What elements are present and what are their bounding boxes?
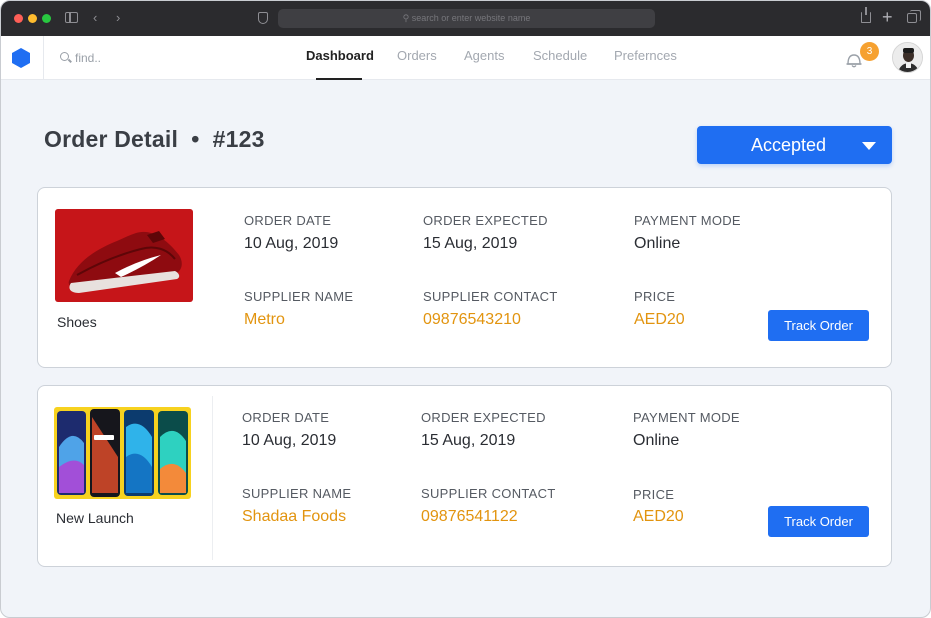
order-expected-value: 15 Aug, 2019	[421, 432, 516, 449]
price-label: PRICE	[633, 487, 675, 502]
order-expected-label: ORDER EXPECTED	[423, 213, 548, 228]
maximize-window-button[interactable]	[42, 14, 51, 23]
sidebar-toggle-icon[interactable]	[65, 12, 78, 23]
new-tab-icon[interactable]: +	[882, 7, 893, 27]
order-status-value: Accepted	[751, 135, 827, 155]
product-image-shoes	[55, 209, 193, 302]
supplier-contact-label: SUPPLIER CONTACT	[423, 289, 558, 304]
nav-active-indicator	[316, 78, 362, 80]
order-date-label: ORDER DATE	[242, 410, 330, 425]
product-name: Shoes	[57, 314, 97, 330]
supplier-name-value: Metro	[244, 311, 285, 328]
share-icon[interactable]	[861, 7, 871, 23]
search-input[interactable]	[75, 48, 225, 68]
order-date-value: 10 Aug, 2019	[242, 432, 337, 449]
nav-orders[interactable]: Orders	[397, 36, 437, 80]
nav-schedule[interactable]: Schedule	[533, 36, 587, 80]
header-divider	[43, 36, 44, 80]
tab-overview-icon[interactable]	[907, 10, 921, 23]
payment-mode-label: PAYMENT MODE	[634, 213, 741, 228]
sneaker-image	[55, 209, 193, 302]
payment-mode-value: Online	[634, 235, 681, 252]
address-bar-placeholder: search or enter website name	[411, 13, 531, 23]
address-bar[interactable]: ⚲ search or enter website name	[278, 9, 655, 28]
order-date-label: ORDER DATE	[244, 213, 332, 228]
browser-window: ‹ › ⚲ search or enter website name + Das…	[0, 0, 931, 618]
close-window-button[interactable]	[14, 14, 23, 23]
track-order-button[interactable]: Track Order	[768, 506, 869, 537]
app-header: Dashboard Orders Agents Schedule Prefern…	[1, 36, 930, 80]
caret-down-icon	[862, 142, 876, 150]
supplier-contact-value[interactable]: 09876543210	[423, 311, 521, 329]
price-value: AED20	[634, 311, 685, 328]
supplier-name-value: Shadaa Foods	[242, 508, 347, 525]
supplier-name-label: SUPPLIER NAME	[242, 486, 352, 501]
notification-count-badge: 3	[860, 42, 879, 61]
back-arrow-icon[interactable]: ‹	[93, 10, 97, 26]
order-card: Shoes ORDER DATE 10 Aug, 2019 ORDER EXPE…	[37, 187, 892, 368]
product-name: New Launch	[56, 510, 134, 526]
payment-mode-value: Online	[633, 432, 680, 449]
price-label: PRICE	[634, 289, 676, 304]
user-avatar[interactable]	[892, 42, 923, 73]
order-expected-value: 15 Aug, 2019	[423, 235, 518, 252]
card-divider	[212, 396, 213, 560]
forward-arrow-icon[interactable]: ›	[116, 10, 120, 26]
nav-agents[interactable]: Agents	[464, 36, 504, 80]
phones-image	[54, 407, 191, 499]
minimize-window-button[interactable]	[28, 14, 37, 23]
order-status-dropdown[interactable]: Accepted	[697, 126, 892, 164]
supplier-name-label: SUPPLIER NAME	[244, 289, 354, 304]
app-logo-icon[interactable]	[12, 48, 30, 68]
supplier-contact-label: SUPPLIER CONTACT	[421, 486, 556, 501]
privacy-shield-icon[interactable]	[258, 12, 268, 24]
payment-mode-label: PAYMENT MODE	[633, 410, 740, 425]
search-icon: ⚲	[402, 13, 412, 23]
product-image-new-launch	[54, 407, 191, 499]
order-expected-label: ORDER EXPECTED	[421, 410, 546, 425]
avatar-photo	[893, 43, 922, 72]
order-card: New Launch ORDER DATE 10 Aug, 2019 ORDER…	[37, 385, 892, 567]
track-order-button[interactable]: Track Order	[768, 310, 869, 341]
price-value: AED20	[633, 508, 684, 525]
supplier-contact-value[interactable]: 09876541122	[421, 508, 518, 526]
order-date-value: 10 Aug, 2019	[244, 235, 339, 252]
browser-toolbar: ‹ › ⚲ search or enter website name +	[1, 1, 930, 36]
nav-preferences[interactable]: Prefernces	[614, 36, 677, 80]
page-title: Order Detail • #123	[44, 126, 265, 152]
search-icon	[60, 52, 69, 61]
nav-dashboard[interactable]: Dashboard	[306, 36, 374, 80]
